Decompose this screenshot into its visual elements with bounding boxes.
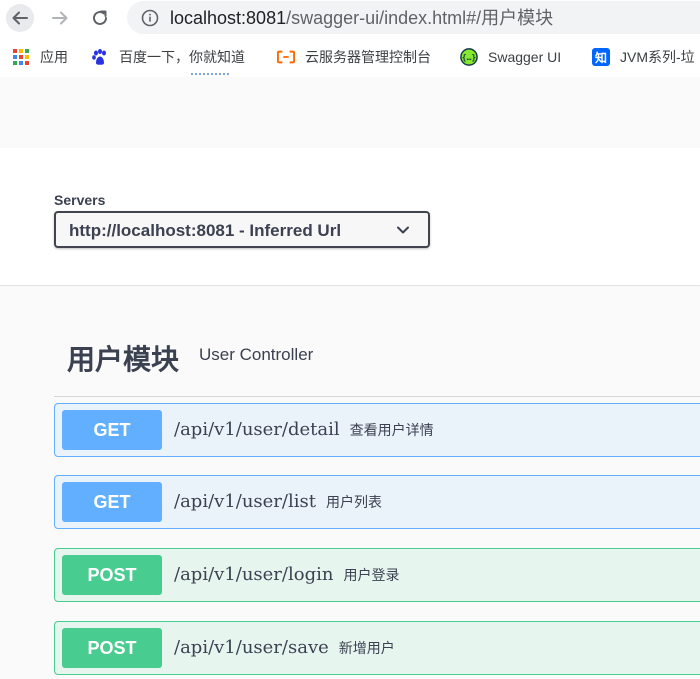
op-summary: 用户列表: [325, 495, 382, 511]
method-badge: GET: [62, 482, 162, 522]
op-summary: 新增用户: [338, 641, 395, 657]
servers-select[interactable]: http://localhost:8081 - Inferred Url: [54, 211, 430, 248]
opblock-post-user-login[interactable]: POST /api/v1/user/login 用户登录: [54, 548, 700, 602]
info-icon[interactable]: [141, 9, 159, 27]
url-host: localhost:8081: [170, 8, 287, 28]
arrow-right-icon: [52, 11, 68, 25]
servers-label: Servers: [54, 192, 106, 208]
op-path-line: /api/v1/user/save 新增用户: [174, 637, 395, 658]
opblock-get-user-detail[interactable]: GET /api/v1/user/detail 查看用户详情: [54, 403, 700, 457]
swagger-icon: {…}: [460, 48, 478, 66]
chevron-down-icon: [397, 226, 409, 234]
bookmarks-bar: 应用 百度一下，你就知道 云服务器管理控制台 {…} Swagger UI 知 …: [0, 40, 700, 74]
zhihu-icon: 知: [592, 48, 610, 66]
address-bar[interactable]: localhost:8081/swagger-ui/index.html#/用户…: [127, 1, 700, 34]
op-path-line: /api/v1/user/login 用户登录: [174, 564, 399, 585]
servers-selected-value: http://localhost:8081 - Inferred Url: [69, 221, 342, 240]
url-text: localhost:8081/swagger-ui/index.html#/用户…: [170, 8, 553, 28]
opblock-post-user-save[interactable]: POST /api/v1/user/save 新增用户: [54, 621, 700, 675]
bookmark-zhihu[interactable]: 知 JVM系列-垃: [592, 46, 695, 68]
info-section: [0, 77, 700, 148]
baidu-paw-icon: [91, 48, 109, 66]
bookmark-label: 云服务器管理控制台: [305, 49, 431, 65]
svg-text:{…}: {…}: [462, 52, 477, 62]
tag-description: User Controller: [199, 345, 314, 364]
servers-section: Servers http://localhost:8081 - Inferred…: [0, 148, 700, 286]
opblock-get-user-list[interactable]: GET /api/v1/user/list 用户列表: [54, 475, 700, 529]
tag-header[interactable]: 用户模块 User Controller: [54, 331, 700, 397]
op-path: /api/v1/user/save: [174, 637, 329, 658]
bookmark-label: JVM系列-垃: [620, 49, 695, 65]
bookmark-baidu[interactable]: 百度一下，你就知道: [91, 46, 245, 68]
reload-icon: [93, 10, 107, 25]
browser-toolbar: localhost:8081/swagger-ui/index.html#/用户…: [0, 0, 700, 36]
arrow-left-icon: [12, 11, 28, 25]
op-path-line: /api/v1/user/detail 查看用户详情: [174, 419, 434, 440]
forward-button[interactable]: [46, 4, 74, 32]
url-path: /swagger-ui/index.html#/用户模块: [286, 8, 554, 28]
bookmark-label: Swagger UI: [488, 49, 562, 65]
bookmark-swagger[interactable]: {…} Swagger UI: [460, 46, 561, 68]
aliyun-icon: [277, 48, 295, 66]
apps-grid-icon: [12, 48, 30, 66]
op-path-line: /api/v1/user/list 用户列表: [174, 491, 382, 512]
bookmark-apps[interactable]: 应用: [12, 46, 68, 68]
bookmark-label: 百度一下，你就知道: [119, 49, 245, 65]
method-badge: POST: [62, 555, 162, 595]
back-button[interactable]: [6, 4, 34, 32]
tag-title: 用户模块: [67, 344, 180, 375]
bookmark-aliyun[interactable]: 云服务器管理控制台: [277, 46, 431, 68]
method-badge: POST: [62, 628, 162, 668]
op-summary: 用户登录: [343, 568, 400, 584]
op-summary: 查看用户详情: [349, 423, 434, 439]
op-path: /api/v1/user/detail: [174, 419, 340, 440]
op-path: /api/v1/user/login: [174, 564, 334, 585]
op-path: /api/v1/user/list: [174, 491, 316, 512]
bookmark-label: 应用: [40, 49, 68, 65]
method-badge: GET: [62, 410, 162, 450]
reload-button[interactable]: [86, 4, 114, 32]
